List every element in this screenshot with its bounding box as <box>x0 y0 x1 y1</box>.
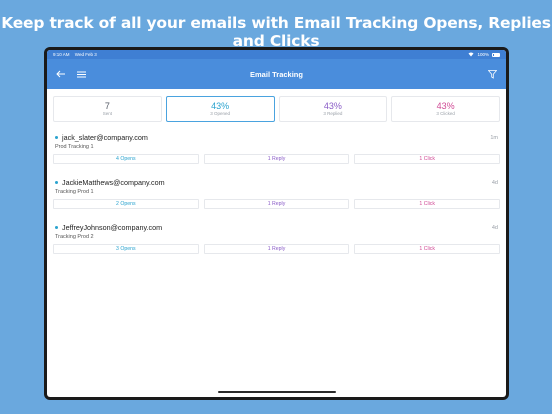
status-date: Wed Feb 3 <box>74 52 97 57</box>
unread-dot-icon <box>55 136 58 139</box>
stat-clicked-label: 3 Clicked <box>436 111 455 116</box>
stat-opened-value: 43% <box>211 101 230 111</box>
email-item[interactable]: JackieMatthews@company.com 4d Tracking P… <box>47 178 506 209</box>
replies-button[interactable]: 1 Reply <box>203 199 350 209</box>
battery-level: 100% <box>477 52 489 57</box>
opens-button[interactable]: 4 Opens <box>53 154 199 164</box>
unread-dot-icon <box>55 226 58 229</box>
opens-button[interactable]: 3 Opens <box>53 244 199 254</box>
stat-clicked[interactable]: 43% 3 Clicked <box>391 96 500 122</box>
stat-opened-label: 3 Opened <box>210 111 231 116</box>
email-subject: Tracking Prod 1 <box>55 189 94 195</box>
stat-replied-label: 3 Replied <box>323 111 343 116</box>
email-time: 4d <box>491 179 498 186</box>
status-bar: 9:10 AM Wed Feb 3 100% <box>47 50 506 59</box>
menu-icon[interactable] <box>75 68 87 80</box>
unread-dot-icon <box>55 181 58 184</box>
clicks-button[interactable]: 1 Click <box>354 199 501 209</box>
app-screen: 9:10 AM Wed Feb 3 100% Email Tracking 7 … <box>47 50 506 397</box>
replies-button[interactable]: 1 Reply <box>203 154 350 164</box>
filter-icon[interactable] <box>486 68 498 80</box>
tablet-frame: 9:10 AM Wed Feb 3 100% Email Tracking 7 … <box>44 47 509 400</box>
replies-button[interactable]: 1 Reply <box>203 244 350 254</box>
status-time: 9:10 AM <box>53 52 70 57</box>
stat-replied[interactable]: 43% 3 Replied <box>278 96 388 122</box>
stat-replied-value: 43% <box>323 101 342 111</box>
stat-opened[interactable]: 43% 3 Opened <box>165 96 275 122</box>
back-arrow-icon[interactable] <box>55 68 67 80</box>
wifi-icon <box>468 52 474 58</box>
stat-sent[interactable]: 7 Sent <box>53 96 162 122</box>
page-title: Email Tracking <box>250 69 303 79</box>
email-address: JackieMatthews@company.com <box>62 178 165 187</box>
email-item[interactable]: JeffreyJohnson@company.com 4d Tracking P… <box>47 223 506 254</box>
email-item[interactable]: jack_slater@company.com 1m Prod Tracking… <box>47 133 506 164</box>
email-time: 1m <box>490 134 498 141</box>
clicks-button[interactable]: 1 Click <box>354 154 501 164</box>
email-subject: Tracking Prod 2 <box>55 234 94 240</box>
clicks-button[interactable]: 1 Click <box>354 244 501 254</box>
nav-bar: Email Tracking <box>47 59 506 89</box>
stats-summary: 7 Sent 43% 3 Opened 43% 3 Replied 43% 3 … <box>47 89 506 127</box>
email-address: JeffreyJohnson@company.com <box>62 223 163 232</box>
email-subject: Prod Tracking 1 <box>55 144 94 150</box>
stat-clicked-value: 43% <box>436 101 455 111</box>
stat-sent-label: Sent <box>102 111 112 116</box>
home-indicator[interactable] <box>217 391 336 393</box>
opens-button[interactable]: 2 Opens <box>53 199 199 209</box>
promo-headline: Keep track of all your emails with Email… <box>1 14 551 50</box>
email-address: jack_slater@company.com <box>62 133 148 142</box>
battery-icon <box>492 52 500 57</box>
email-time: 4d <box>491 224 498 231</box>
stat-sent-value: 7 <box>104 101 110 111</box>
